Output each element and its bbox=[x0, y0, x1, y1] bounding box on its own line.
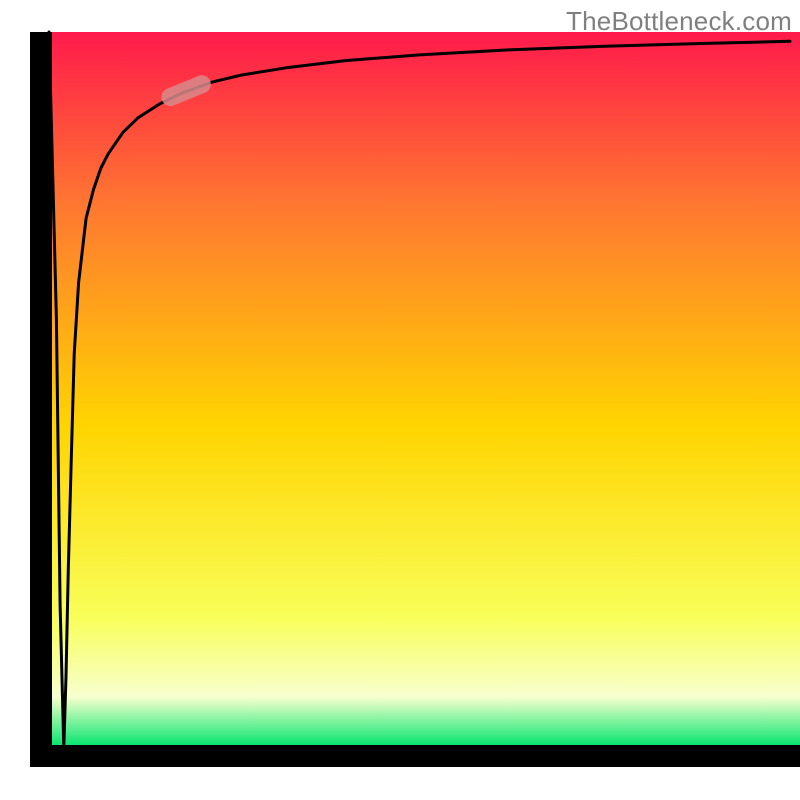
watermark-label: TheBottleneck.com bbox=[566, 6, 792, 37]
y-axis bbox=[30, 32, 52, 767]
bottleneck-chart: TheBottleneck.com bbox=[0, 0, 800, 800]
chart-svg bbox=[0, 0, 800, 800]
plot-background bbox=[50, 32, 800, 747]
x-axis bbox=[30, 745, 800, 767]
